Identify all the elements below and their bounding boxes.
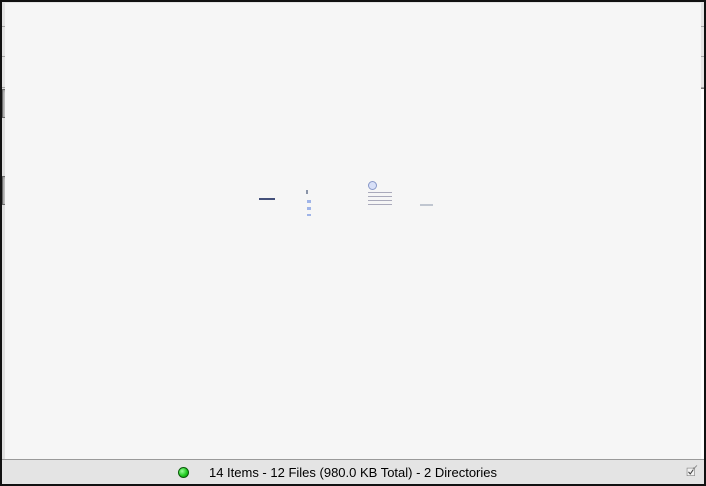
file-label: fb8.png <box>192 196 309 211</box>
file-grid: Desktop Mail fb1.png <box>171 88 687 237</box>
file-icon-view: Desktop Mail fb1.png <box>171 88 704 459</box>
konqueror-window: LocationEditViewGoBookmarksToolsSettings… <box>0 0 706 486</box>
file-item[interactable]: fb8.png <box>225 172 275 212</box>
check-flag-icon <box>685 464 699 478</box>
status-text: 14 Items - 12 Files (980.0 KB Total) - 2… <box>2 465 704 480</box>
active-view-indicator-icon[interactable] <box>685 464 699 481</box>
statusbar: 14 Items - 12 Files (980.0 KB Total) - 2… <box>2 459 704 484</box>
main-area: Home Directory Desktop Mail <box>2 88 704 459</box>
